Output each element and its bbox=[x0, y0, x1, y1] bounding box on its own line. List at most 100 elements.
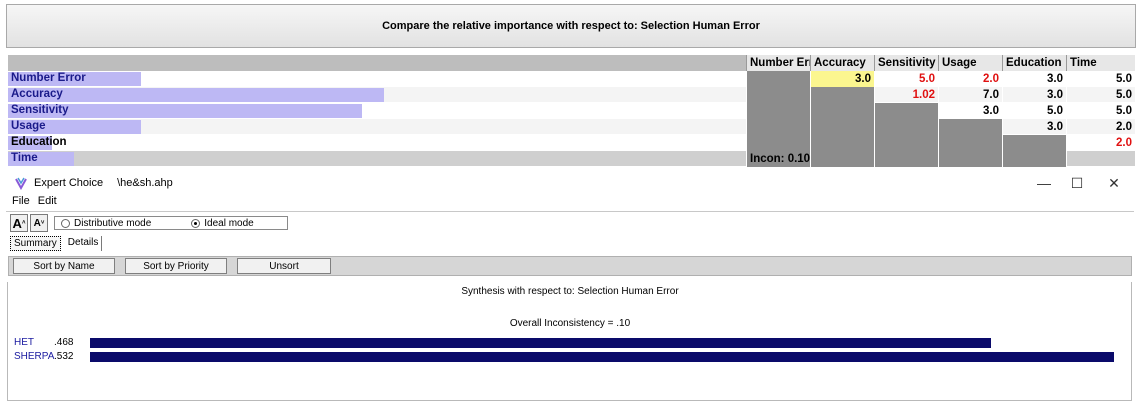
matrix-cell[interactable]: 3.0 bbox=[810, 71, 874, 87]
row-label[interactable]: Sensitivity bbox=[8, 103, 746, 119]
matrix-cell[interactable]: 2.0 bbox=[1066, 135, 1135, 151]
matrix-cell[interactable]: 5.0 bbox=[1066, 103, 1135, 119]
sort-by-priority-button[interactable]: Sort by Priority bbox=[125, 258, 227, 274]
tab-summary[interactable]: Summary bbox=[10, 236, 61, 251]
col-header[interactable]: Sensitivity bbox=[874, 55, 938, 71]
comparison-header: Compare the relative importance with res… bbox=[6, 4, 1136, 48]
matrix-cell[interactable] bbox=[746, 71, 810, 87]
row-label-text: Number Error bbox=[11, 72, 86, 84]
matrix-row: Education 2.0 bbox=[8, 135, 1135, 151]
alternative-name: SHERPA bbox=[14, 351, 55, 362]
maximize-button[interactable]: ☐ bbox=[1057, 172, 1097, 194]
alternative-name: HET bbox=[14, 337, 34, 348]
matrix-cell[interactable] bbox=[1002, 151, 1066, 167]
col-header[interactable]: Usage bbox=[938, 55, 1002, 71]
matrix-cell[interactable] bbox=[746, 119, 810, 135]
ideal-mode-radio[interactable] bbox=[191, 218, 201, 228]
matrix-cell[interactable] bbox=[810, 119, 874, 135]
col-header[interactable]: Time bbox=[1066, 55, 1135, 71]
row-label[interactable]: Usage bbox=[8, 119, 746, 135]
menu-bar: File Edit bbox=[12, 195, 57, 211]
close-button[interactable]: ✕ bbox=[1094, 172, 1134, 194]
matrix-cell[interactable] bbox=[874, 103, 938, 119]
file-path: \he&sh.ahp bbox=[117, 177, 173, 189]
unsort-button[interactable]: Unsort bbox=[237, 258, 331, 274]
overall-inconsistency: Overall Inconsistency = .10 bbox=[509, 318, 631, 329]
row-label-text: Time bbox=[11, 152, 38, 164]
row-label[interactable]: Time bbox=[8, 151, 746, 167]
matrix-cell[interactable] bbox=[746, 103, 810, 119]
row-label-text: Education bbox=[11, 136, 67, 148]
matrix-cell[interactable] bbox=[746, 135, 810, 151]
matrix-cell[interactable] bbox=[938, 135, 1002, 151]
matrix-cell[interactable] bbox=[874, 135, 938, 151]
matrix-cell[interactable]: 3.0 bbox=[938, 103, 1002, 119]
matrix-cell[interactable] bbox=[1066, 151, 1135, 167]
matrix-row: Usage 3.0 2.0 bbox=[8, 119, 1135, 135]
matrix-cell[interactable] bbox=[938, 119, 1002, 135]
matrix-cell[interactable] bbox=[746, 87, 810, 103]
distributive-mode-label[interactable]: Distributive mode bbox=[74, 218, 151, 229]
matrix-cell[interactable] bbox=[810, 87, 874, 103]
matrix-cell[interactable]: 5.0 bbox=[1066, 71, 1135, 87]
matrix-row: Time Incon: 0.10 bbox=[8, 151, 1135, 167]
matrix-cell[interactable] bbox=[874, 151, 938, 167]
matrix-row: Accuracy 1.02 7.0 3.0 5.0 bbox=[8, 87, 1135, 103]
arrow-up-icon: ˄ bbox=[21, 220, 26, 226]
expert-choice-logo-icon bbox=[15, 177, 27, 190]
tab-details[interactable]: Details bbox=[65, 236, 103, 251]
matrix-row: Number Error 3.0 5.0 2.0 3.0 5.0 bbox=[8, 71, 1135, 87]
toolbar: A ˄ A ˅ Distributive mode Ideal mode bbox=[10, 214, 288, 232]
ideal-mode-label[interactable]: Ideal mode bbox=[204, 218, 253, 229]
app-name: Expert Choice bbox=[34, 177, 104, 189]
alternative-bar bbox=[90, 338, 991, 348]
matrix-cell[interactable] bbox=[1002, 135, 1066, 151]
menu-edit[interactable]: Edit bbox=[38, 195, 57, 211]
matrix-cell[interactable]: 3.0 bbox=[1002, 87, 1066, 103]
matrix-cell[interactable] bbox=[810, 151, 874, 167]
matrix-header-row: Number Err Accuracy Sensitivity Usage Ed… bbox=[8, 55, 1135, 71]
font-increase-label: A bbox=[12, 215, 22, 231]
matrix-cell[interactable] bbox=[874, 119, 938, 135]
row-label-text: Sensitivity bbox=[11, 104, 69, 116]
distributive-mode-radio[interactable] bbox=[61, 218, 70, 228]
row-label[interactable]: Accuracy bbox=[8, 87, 746, 103]
menu-file[interactable]: File bbox=[12, 195, 30, 211]
arrow-down-icon: ˅ bbox=[40, 220, 45, 226]
matrix-cell[interactable]: 2.0 bbox=[1066, 119, 1135, 135]
synthesis-title: Synthesis with respect to: Selection Hum… bbox=[461, 286, 679, 297]
font-increase-button[interactable]: A ˄ bbox=[10, 214, 28, 232]
matrix-cell[interactable]: 3.0 bbox=[1002, 119, 1066, 135]
frame-border bbox=[7, 400, 1132, 401]
matrix-cell[interactable] bbox=[810, 103, 874, 119]
pairwise-matrix: Number Err Accuracy Sensitivity Usage Ed… bbox=[8, 55, 1135, 167]
row-label[interactable]: Education bbox=[8, 135, 746, 151]
comparison-title: Compare the relative importance with res… bbox=[382, 20, 760, 32]
matrix-cell[interactable] bbox=[810, 135, 874, 151]
sort-toolbar: Sort by Name Sort by Priority Unsort bbox=[8, 256, 1132, 276]
mode-selector: Distributive mode Ideal mode bbox=[54, 216, 288, 230]
row-label[interactable]: Number Error bbox=[8, 71, 746, 87]
col-header[interactable]: Education bbox=[1002, 55, 1066, 71]
matrix-cell[interactable]: Incon: 0.10 bbox=[746, 151, 810, 167]
matrix-cell[interactable]: 3.0 bbox=[1002, 71, 1066, 87]
frame-border bbox=[7, 282, 8, 400]
matrix-cell[interactable]: 5.0 bbox=[1002, 103, 1066, 119]
matrix-cell[interactable]: 5.0 bbox=[1066, 87, 1135, 103]
col-header[interactable]: Number Err bbox=[746, 55, 810, 71]
alternative-value: .468 bbox=[54, 337, 74, 348]
font-decrease-label: A bbox=[33, 217, 41, 229]
sort-by-name-button[interactable]: Sort by Name bbox=[13, 258, 115, 274]
matrix-cell[interactable] bbox=[938, 151, 1002, 167]
priority-bar bbox=[8, 88, 384, 102]
matrix-cell[interactable]: 5.0 bbox=[874, 71, 938, 87]
font-decrease-button[interactable]: A ˅ bbox=[30, 214, 48, 232]
matrix-cell[interactable]: 2.0 bbox=[938, 71, 1002, 87]
app-titlebar: Expert Choice \he&sh.ahp — ☐ ✕ bbox=[0, 172, 1140, 194]
alternative-value: .532 bbox=[54, 351, 74, 362]
view-tabs: Summary Details bbox=[10, 236, 106, 252]
matrix-cell[interactable]: 1.02 bbox=[874, 87, 938, 103]
col-header[interactable]: Accuracy bbox=[810, 55, 874, 71]
matrix-cell[interactable]: 7.0 bbox=[938, 87, 1002, 103]
row-label-text: Accuracy bbox=[11, 88, 63, 100]
